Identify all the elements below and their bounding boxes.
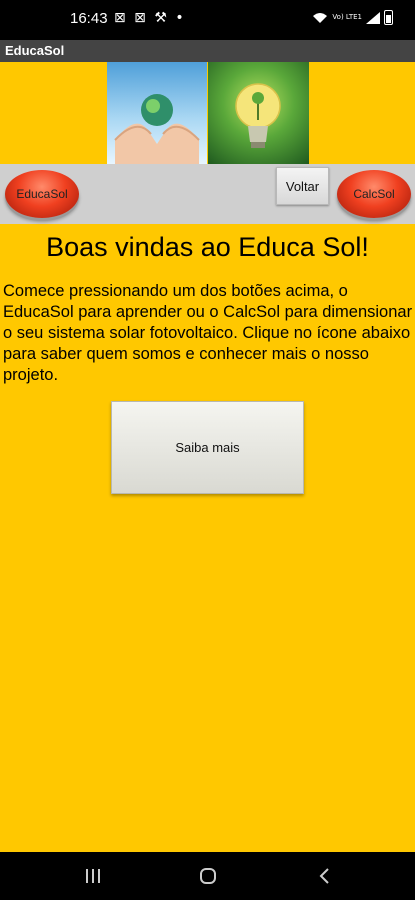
wifi-icon bbox=[313, 12, 328, 23]
navigation-bar bbox=[0, 852, 415, 900]
calcsol-button[interactable]: CalcSol bbox=[337, 170, 411, 218]
educasol-label: EducaSol bbox=[16, 187, 68, 201]
app-bar: EducaSol bbox=[0, 40, 415, 62]
status-bar: 16:43 ⊠ ⊠ ⚒ • Vo) LTE1 bbox=[0, 0, 415, 40]
educasol-button[interactable]: EducaSol bbox=[5, 170, 79, 218]
intro-text: Comece pressionando um dos botões acima,… bbox=[3, 282, 413, 384]
recents-icon[interactable] bbox=[85, 869, 101, 883]
battery-icon bbox=[384, 10, 393, 25]
welcome-heading: Boas vindas ao Educa Sol! bbox=[46, 232, 369, 262]
app-title: EducaSol bbox=[5, 43, 65, 58]
notification-icons: ⊠ ⊠ ⚒ • bbox=[114, 10, 186, 26]
calcsol-label: CalcSol bbox=[353, 187, 395, 201]
header-images bbox=[107, 62, 309, 164]
voltar-label: Voltar bbox=[285, 178, 320, 194]
signal-icon bbox=[366, 11, 380, 24]
network-label: Vo) LTE1 bbox=[332, 13, 362, 21]
status-time: 16:43 bbox=[70, 10, 108, 27]
back-icon[interactable] bbox=[318, 868, 330, 884]
status-right: Vo) LTE1 bbox=[312, 10, 393, 25]
saiba-mais-label: Saiba mais bbox=[175, 440, 240, 455]
voltar-button[interactable]: Voltar bbox=[276, 167, 329, 205]
saiba-mais-button[interactable]: Saiba mais bbox=[111, 401, 304, 494]
earth-in-hands-image bbox=[107, 62, 207, 164]
home-icon[interactable] bbox=[200, 868, 216, 884]
lightbulb-image bbox=[208, 62, 309, 164]
